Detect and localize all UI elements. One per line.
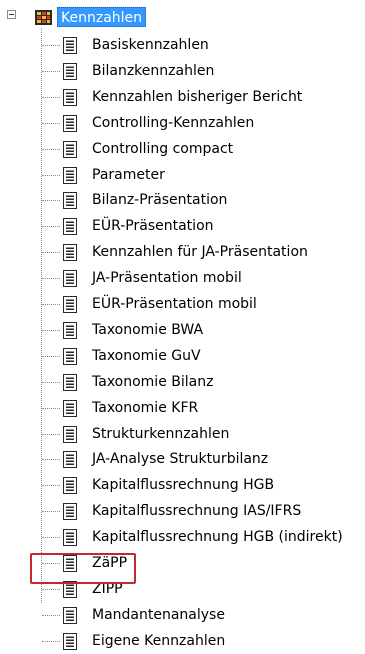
tree-item-label[interactable]: Controlling-Kennzahlen: [92, 113, 254, 133]
document-icon: [63, 296, 77, 313]
document-icon: [63, 270, 77, 288]
tree-item-label[interactable]: Eigene Kennzahlen: [92, 631, 225, 651]
document-icon: [63, 62, 77, 80]
tree-branch-line: [42, 226, 60, 228]
tree-item[interactable]: Taxonomie KFR: [0, 396, 365, 420]
tree-item[interactable]: EÜR-Präsentation: [0, 214, 365, 238]
document-icon: [63, 347, 77, 365]
document-icon: [63, 477, 77, 495]
document-icon: [63, 632, 77, 650]
tree-branch-line: [42, 70, 60, 72]
tree-item[interactable]: Taxonomie GuV: [0, 344, 365, 368]
document-icon: [63, 166, 77, 184]
tree-branch-line: [42, 537, 60, 539]
tree-root-kennzahlen[interactable]: Kennzahlen: [0, 4, 365, 30]
tree-item-label[interactable]: Kapitalflussrechnung IAS/IFRS: [92, 501, 301, 521]
tree-item[interactable]: Bilanzkennzahlen: [0, 59, 365, 83]
tree-item-label[interactable]: Basiskennzahlen: [92, 35, 209, 55]
document-icon: [63, 192, 77, 210]
document-icon: [63, 503, 77, 521]
tree-view: Kennzahlen Basiskennzahlen Bilanzkennzahl…: [0, 0, 365, 654]
tree-item[interactable]: Basiskennzahlen: [0, 33, 365, 57]
document-icon: [63, 114, 77, 132]
tree-item[interactable]: Eigene Kennzahlen: [0, 629, 365, 653]
tree-branch-line: [42, 252, 60, 254]
tree-item[interactable]: Taxonomie BWA: [0, 318, 365, 342]
document-icon: [63, 425, 77, 443]
document-icon: [63, 373, 77, 391]
tree-item[interactable]: JA-Analyse Strukturbilanz: [0, 447, 365, 471]
tree-branch-line: [42, 459, 60, 461]
tree-item[interactable]: JA-Präsentation mobil: [0, 266, 365, 290]
document-icon: [63, 451, 77, 469]
tree-branch-line: [42, 329, 60, 331]
tree-item-label[interactable]: JA-Analyse Strukturbilanz: [92, 449, 268, 469]
tree-branch-line: [42, 588, 60, 590]
tree-branch-line: [42, 485, 60, 487]
tree-item-label[interactable]: JA-Präsentation mobil: [92, 268, 242, 288]
document-icon: [63, 37, 77, 54]
tree-item[interactable]: EÜR-Präsentation mobil: [0, 292, 365, 316]
tree-item-label[interactable]: Strukturkennzahlen: [92, 424, 229, 444]
document-icon: [63, 399, 77, 417]
grid-folder-icon: [35, 10, 52, 25]
document-icon: [63, 321, 77, 339]
tree-item-label[interactable]: Kapitalflussrechnung HGB: [92, 475, 274, 495]
tree-branch-line: [42, 355, 60, 357]
tree-item-label[interactable]: Bilanz-Präsentation: [92, 190, 227, 210]
tree-item-label[interactable]: Taxonomie Bilanz: [92, 372, 213, 392]
tree-item-label[interactable]: Parameter: [92, 165, 165, 185]
tree-branch-line: [42, 278, 60, 280]
document-icon: [63, 218, 77, 236]
tree-item[interactable]: Parameter: [0, 163, 365, 187]
document-icon: [63, 529, 77, 547]
tree-item-label[interactable]: EÜR-Präsentation: [92, 216, 214, 236]
tree-item-label[interactable]: Taxonomie BWA: [92, 320, 203, 340]
tree-item-label[interactable]: Kapitalflussrechnung HGB (indirekt): [92, 527, 343, 547]
tree-item-label[interactable]: Kennzahlen bisheriger Bericht: [92, 87, 302, 107]
tree-branch-line: [42, 174, 60, 176]
tree-item-label[interactable]: Controlling compact: [92, 139, 233, 159]
tree-branch-line: [42, 511, 60, 513]
tree-branch-line: [42, 96, 60, 98]
tree-branch-line: [42, 381, 60, 383]
tree-item-label[interactable]: EÜR-Präsentation mobil: [92, 294, 257, 314]
tree-item[interactable]: Mandantenanalyse: [0, 603, 365, 627]
tree-item-label[interactable]: Mandantenanalyse: [92, 605, 225, 625]
tree-branch-line: [42, 122, 60, 124]
highlight-frame: [30, 553, 136, 584]
tree-item-label[interactable]: Kennzahlen für JA-Präsentation: [92, 242, 308, 262]
tree-item[interactable]: Strukturkennzahlen: [0, 422, 365, 446]
tree-branch-line: [42, 614, 60, 616]
tree-root-label[interactable]: Kennzahlen: [57, 7, 147, 27]
tree-item[interactable]: Taxonomie Bilanz: [0, 370, 365, 394]
tree-branch-line: [42, 200, 60, 202]
tree-branch-line: [42, 148, 60, 150]
tree-branch-line: [42, 433, 60, 435]
tree-item[interactable]: Kapitalflussrechnung HGB (indirekt): [0, 525, 365, 549]
tree-item[interactable]: Bilanz-Präsentation: [0, 188, 365, 212]
tree-item[interactable]: Kapitalflussrechnung HGB: [0, 473, 365, 497]
tree-item-label[interactable]: Taxonomie GuV: [92, 346, 201, 366]
tree-item[interactable]: Controlling compact: [0, 137, 365, 161]
tree-branch-line: [42, 304, 60, 305]
tree-branch-line: [42, 640, 60, 642]
tree-item[interactable]: Kennzahlen bisheriger Bericht: [0, 85, 365, 109]
tree-item-label[interactable]: Taxonomie KFR: [92, 398, 198, 418]
document-icon: [63, 244, 77, 262]
document-icon: [63, 140, 77, 158]
tree-item[interactable]: Kennzahlen für JA-Präsentation: [0, 240, 365, 264]
tree-item[interactable]: Controlling-Kennzahlen: [0, 111, 365, 135]
document-icon: [63, 606, 77, 624]
tree-branch-line: [42, 45, 60, 46]
collapse-toggle-icon[interactable]: [7, 10, 16, 19]
tree-item[interactable]: Kapitalflussrechnung IAS/IFRS: [0, 499, 365, 523]
tree-item-label[interactable]: Bilanzkennzahlen: [92, 61, 214, 81]
tree-branch-line: [42, 407, 60, 409]
document-icon: [63, 88, 77, 106]
